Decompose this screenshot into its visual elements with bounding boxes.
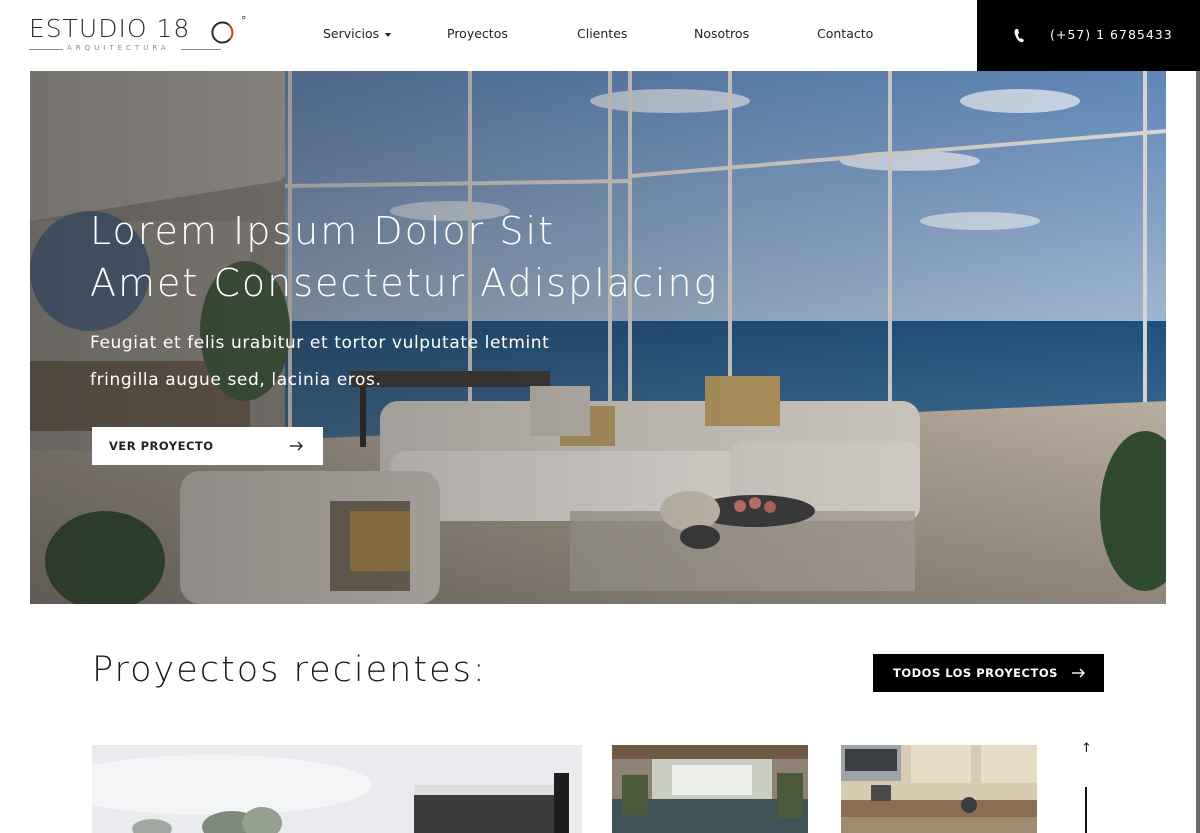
hero-subtitle-line-2: fringilla augue sed, lacinia eros. [90, 370, 382, 390]
hero-subtitle-line-1: Feugiat et felis urabitur et tortor vulp… [90, 333, 550, 353]
view-project-label: VER PROYECTO [109, 439, 214, 453]
project-thumbnail-2[interactable] [612, 745, 808, 833]
nav-label: Nosotros [694, 26, 750, 41]
hero-banner: Lorem Ipsum Dolor Sit Amet Consectetur A… [30, 71, 1166, 604]
nav-item-contacto[interactable]: Contacto [817, 26, 873, 41]
logo-divider-left [29, 49, 63, 50]
project-image-pool [612, 745, 808, 833]
arrow-right-icon [1072, 668, 1085, 678]
project-thumbnail-1[interactable] [92, 745, 582, 833]
scroll-progress-line [1085, 787, 1087, 833]
all-projects-button[interactable]: TODOS LOS PROYECTOS [873, 654, 1104, 692]
logo-divider-right [181, 49, 221, 50]
recent-projects-title: Proyectos recientes: [92, 650, 487, 690]
nav-item-proyectos[interactable]: Proyectos [447, 26, 508, 41]
logo-ring-icon [211, 21, 234, 44]
arrow-right-icon [290, 441, 303, 451]
nav-label: Clientes [577, 26, 628, 41]
hero-title-line-1: Lorem Ipsum Dolor Sit [90, 209, 555, 253]
brand-logo[interactable]: ESTUDIO 18 ° ARQUITECTURA [29, 14, 247, 54]
page-scrollbar[interactable] [1196, 71, 1200, 833]
view-project-button[interactable]: VER PROYECTO [92, 427, 323, 465]
site-header: ESTUDIO 18 ° ARQUITECTURA Servicios Proy… [0, 0, 1200, 71]
nav-label: Servicios [323, 26, 380, 41]
scroll-to-top-button[interactable]: ↑ [1078, 741, 1094, 833]
caret-down-icon [385, 32, 392, 37]
project-image-kitchen [841, 745, 1037, 833]
all-projects-label: TODOS LOS PROYECTOS [893, 666, 1058, 680]
phone-contact[interactable]: (+57) 1 6785433 [977, 0, 1200, 71]
project-image-house [92, 745, 582, 833]
nav-item-nosotros[interactable]: Nosotros [694, 26, 749, 41]
phone-number: (+57) 1 6785433 [1050, 27, 1173, 42]
nav-item-servicios[interactable]: Servicios [323, 26, 392, 41]
hero-title: Lorem Ipsum Dolor Sit Amet Consectetur A… [90, 205, 790, 309]
nav-label: Proyectos [447, 26, 508, 41]
brand-degree: ° [241, 14, 247, 27]
nav-item-clientes[interactable]: Clientes [577, 26, 627, 41]
brand-name: ESTUDIO 18 [29, 14, 191, 43]
nav-label: Contacto [817, 26, 874, 41]
arrow-up-icon: ↑ [1081, 741, 1092, 756]
phone-icon [1014, 29, 1024, 43]
hero-title-line-2: Amet Consectetur Adisplacing [90, 261, 719, 305]
project-thumbnail-3[interactable] [841, 745, 1037, 833]
brand-tagline: ARQUITECTURA [67, 44, 170, 52]
hero-subtitle: Feugiat et felis urabitur et tortor vulp… [90, 325, 650, 399]
